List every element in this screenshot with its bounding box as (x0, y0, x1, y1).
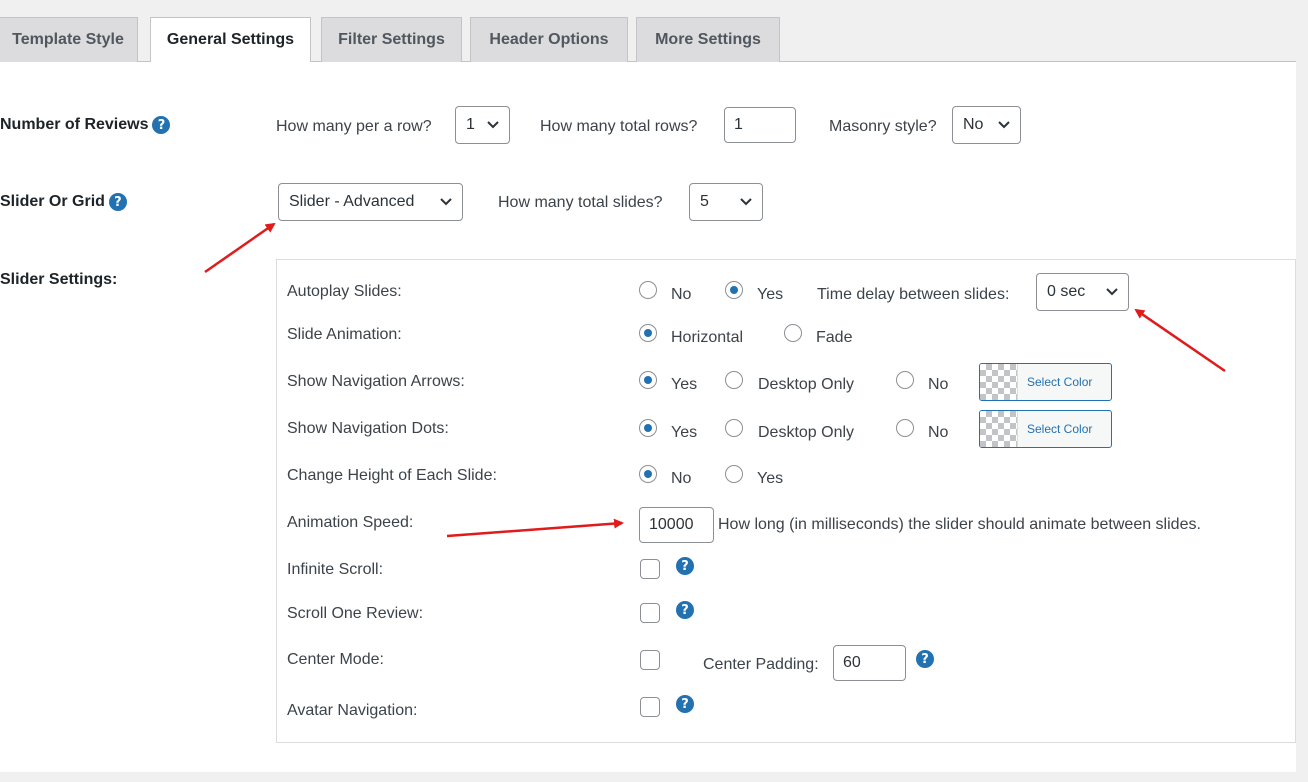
chevron-down-icon (1106, 288, 1118, 296)
tab-template-style[interactable]: Template Style (0, 17, 138, 63)
tab-filter-settings[interactable]: Filter Settings (321, 17, 462, 63)
nav-dots-yes-radio[interactable] (639, 419, 657, 437)
animation-horizontal-radio[interactable] (639, 324, 657, 342)
avatar-navigation-label: Avatar Navigation: (287, 702, 418, 719)
help-icon[interactable]: ? (152, 116, 171, 134)
nav-dots-desktop-radio[interactable] (725, 419, 743, 437)
time-delay-label: Time delay between slides: (817, 286, 1010, 303)
nav-arrows-label: Show Navigation Arrows: (287, 373, 465, 390)
nav-arrows-yes-radio[interactable] (639, 371, 657, 389)
avatar-navigation-checkbox[interactable] (640, 697, 660, 717)
center-padding-input[interactable]: 60 (833, 645, 906, 681)
nav-dots-desktop-label: Desktop Only (758, 424, 855, 441)
masonry-select[interactable]: No (952, 106, 1021, 144)
total-slides-label: How many total slides? (498, 194, 663, 211)
autoplay-no-label: No (671, 286, 692, 303)
nav-arrows-desktop-radio[interactable] (725, 371, 743, 389)
total-rows-input[interactable]: 1 (724, 107, 796, 143)
animation-speed-help-text: How long (in milliseconds) the slider sh… (718, 516, 1201, 533)
help-icon[interactable]: ? (108, 193, 127, 211)
nav-dots-color-button[interactable]: Select Color (979, 410, 1112, 448)
animation-fade-label: Fade (816, 329, 853, 346)
tab-more-settings[interactable]: More Settings (636, 17, 780, 63)
slider-settings-label: Slider Settings: (0, 271, 118, 288)
per-row-select[interactable]: 1 (455, 106, 510, 144)
nav-arrows-no-label: No (928, 376, 949, 393)
chevron-down-icon (487, 121, 499, 129)
change-height-label: Change Height of Each Slide: (287, 467, 497, 484)
help-icon[interactable]: ? (676, 557, 694, 575)
chevron-down-icon (740, 198, 752, 206)
nav-arrows-yes-label: Yes (671, 376, 698, 393)
tab-header-options[interactable]: Header Options (470, 17, 628, 63)
color-swatch (980, 411, 1018, 447)
per-row-label: How many per a row? (276, 118, 432, 135)
color-swatch (980, 364, 1018, 400)
height-yes-radio[interactable] (725, 465, 743, 483)
animation-fade-radio[interactable] (784, 324, 802, 342)
time-delay-select[interactable]: 0 sec (1036, 273, 1129, 311)
nav-dots-label: Show Navigation Dots: (287, 420, 449, 437)
help-icon[interactable]: ? (676, 601, 694, 619)
height-no-label: No (671, 470, 692, 487)
nav-arrows-no-radio[interactable] (896, 371, 914, 389)
center-mode-checkbox[interactable] (640, 650, 660, 670)
scrollbar[interactable] (1296, 0, 1308, 782)
nav-arrows-color-button[interactable]: Select Color (979, 363, 1112, 401)
tab-general-settings[interactable]: General Settings (150, 17, 311, 63)
infinite-scroll-checkbox[interactable] (640, 559, 660, 579)
height-yes-label: Yes (757, 470, 784, 487)
infinite-scroll-label: Infinite Scroll: (287, 561, 384, 578)
slider-or-grid-select[interactable]: Slider - Advanced (278, 183, 463, 221)
autoplay-yes-label: Yes (757, 286, 784, 303)
height-no-radio[interactable] (639, 465, 657, 483)
animation-speed-input[interactable]: 10000 (639, 507, 714, 543)
scroll-one-review-checkbox[interactable] (640, 603, 660, 623)
help-icon[interactable]: ? (676, 695, 694, 713)
chevron-down-icon (998, 121, 1010, 129)
nav-dots-no-radio[interactable] (896, 419, 914, 437)
center-padding-label: Center Padding: (703, 656, 819, 673)
chevron-down-icon (440, 198, 452, 206)
slide-animation-label: Slide Animation: (287, 326, 402, 343)
center-mode-label: Center Mode: (287, 651, 384, 668)
number-of-reviews-label: Number of Reviews ? (0, 114, 171, 136)
nav-dots-yes-label: Yes (671, 424, 698, 441)
slider-or-grid-label: Slider Or Grid ? (0, 191, 127, 213)
autoplay-no-radio[interactable] (639, 281, 657, 299)
animation-horizontal-label: Horizontal (671, 329, 744, 346)
scroll-one-review-label: Scroll One Review: (287, 605, 424, 622)
masonry-label: Masonry style? (829, 118, 937, 135)
animation-speed-label: Animation Speed: (287, 514, 414, 531)
tab-bar: Template Style General Settings Filter S… (0, 0, 1296, 63)
nav-arrows-desktop-label: Desktop Only (758, 376, 855, 393)
total-rows-label: How many total rows? (540, 118, 698, 135)
help-icon[interactable]: ? (916, 650, 934, 668)
autoplay-label: Autoplay Slides: (287, 283, 402, 300)
nav-dots-no-label: No (928, 424, 949, 441)
autoplay-yes-radio[interactable] (725, 281, 743, 299)
total-slides-select[interactable]: 5 (689, 183, 763, 221)
